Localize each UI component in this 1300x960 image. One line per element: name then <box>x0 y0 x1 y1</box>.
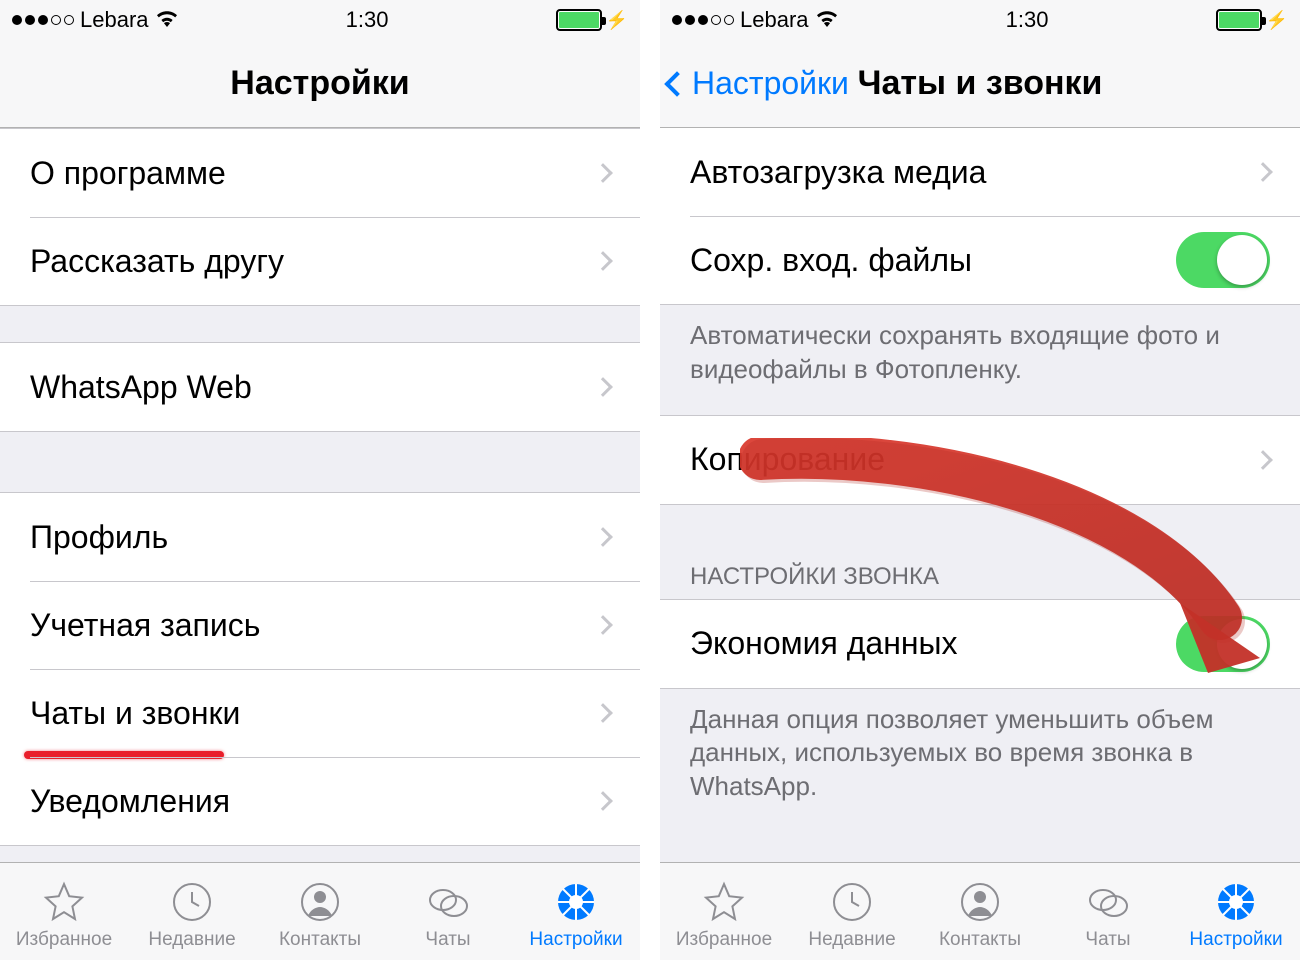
back-label: Настройки <box>692 65 849 102</box>
tab-recent[interactable]: Недавние <box>128 878 256 951</box>
footer-save-incoming: Автоматически сохранять входящие фото и … <box>660 305 1300 397</box>
signal-icon <box>12 15 74 25</box>
wifi-icon <box>815 7 839 33</box>
row-label: WhatsApp Web <box>30 369 252 406</box>
star-icon <box>700 878 748 926</box>
chevron-right-icon <box>593 251 613 271</box>
row-label: Профиль <box>30 519 168 556</box>
tab-label: Недавние <box>148 929 235 951</box>
chat-icon <box>424 878 472 926</box>
tab-label: Чаты <box>425 929 470 951</box>
row-data-saver[interactable]: Экономия данных <box>660 600 1300 688</box>
charging-icon: ⚡ <box>606 10 628 31</box>
tab-label: Контакты <box>939 929 1021 951</box>
status-bar: Lebara 1:30 ⚡ <box>660 0 1300 40</box>
row-profile[interactable]: Профиль <box>0 493 640 581</box>
row-auto-download[interactable]: Автозагрузка медиа <box>660 128 1300 216</box>
status-bar: Lebara 1:30 ⚡ <box>0 0 640 40</box>
battery-icon <box>556 9 602 31</box>
row-account[interactable]: Учетная запись <box>0 581 640 669</box>
tab-label: Избранное <box>676 929 772 951</box>
row-save-incoming[interactable]: Сохр. вход. файлы <box>660 216 1300 304</box>
tab-settings[interactable]: Настройки <box>1172 878 1300 951</box>
chevron-right-icon <box>1253 450 1273 470</box>
chevron-right-icon <box>593 703 613 723</box>
chats-calls-list: Автозагрузка медиа Сохр. вход. файлы Авт… <box>660 128 1300 862</box>
carrier-label: Lebara <box>740 7 809 33</box>
row-notifications[interactable]: Уведомления <box>0 757 640 845</box>
row-backup[interactable]: Копирование <box>660 416 1300 504</box>
back-button[interactable]: Настройки <box>668 65 849 102</box>
toggle-save-incoming[interactable] <box>1176 232 1270 288</box>
status-time: 1:30 <box>1006 7 1049 33</box>
tab-label: Чаты <box>1085 929 1130 951</box>
tab-label: Недавние <box>808 929 895 951</box>
chevron-right-icon <box>593 163 613 183</box>
toggle-data-saver[interactable] <box>1176 616 1270 672</box>
chevron-right-icon <box>593 615 613 635</box>
row-label: Сохр. вход. файлы <box>690 242 972 279</box>
tab-contacts[interactable]: Контакты <box>256 878 384 951</box>
gear-icon <box>1212 878 1260 926</box>
page-title: Чаты и звонки <box>858 64 1103 103</box>
chat-icon <box>1084 878 1132 926</box>
nav-bar: Настройки Чаты и звонки <box>660 40 1300 128</box>
tab-label: Контакты <box>279 929 361 951</box>
row-label: Экономия данных <box>690 625 958 662</box>
row-label: Копирование <box>690 441 885 478</box>
status-left: Lebara <box>672 7 839 33</box>
row-about[interactable]: О программе <box>0 129 640 217</box>
page-title: Настройки <box>230 64 409 103</box>
tab-contacts[interactable]: Контакты <box>916 878 1044 951</box>
section-header-call: НАСТРОЙКИ ЗВОНКА <box>660 555 1300 599</box>
person-icon <box>956 878 1004 926</box>
person-icon <box>296 878 344 926</box>
chevron-right-icon <box>593 791 613 811</box>
row-label: Чаты и звонки <box>30 695 240 732</box>
tab-favorites[interactable]: Избранное <box>0 878 128 951</box>
row-label: Автозагрузка медиа <box>690 154 986 191</box>
row-label: Уведомления <box>30 783 230 820</box>
status-right: ⚡ <box>1216 9 1288 31</box>
gear-icon <box>552 878 600 926</box>
battery-icon <box>1216 9 1262 31</box>
carrier-label: Lebara <box>80 7 149 33</box>
clock-icon <box>168 878 216 926</box>
tab-bar: Избранное Недавние Контакты Чаты Настрой… <box>0 862 640 960</box>
screen-chats-calls: Lebara 1:30 ⚡ Настройки Чаты и звонки Ав… <box>660 0 1300 960</box>
nav-bar: Настройки <box>0 40 640 128</box>
screen-settings: Lebara 1:30 ⚡ Настройки О программе Расс… <box>0 0 640 960</box>
row-whatsapp-web[interactable]: WhatsApp Web <box>0 343 640 431</box>
tab-favorites[interactable]: Избранное <box>660 878 788 951</box>
tab-chats[interactable]: Чаты <box>384 878 512 951</box>
star-icon <box>40 878 88 926</box>
status-time: 1:30 <box>346 7 389 33</box>
chevron-right-icon <box>593 527 613 547</box>
chevron-right-icon <box>593 377 613 397</box>
status-right: ⚡ <box>556 9 628 31</box>
wifi-icon <box>155 7 179 33</box>
row-tell-friend[interactable]: Рассказать другу <box>0 217 640 305</box>
settings-list: О программе Рассказать другу WhatsApp We… <box>0 128 640 862</box>
row-label: Рассказать другу <box>30 243 284 280</box>
charging-icon: ⚡ <box>1266 10 1288 31</box>
tab-label: Настройки <box>1189 929 1282 951</box>
tab-settings[interactable]: Настройки <box>512 878 640 951</box>
footer-data-saver: Данная опция позволяет уменьшить объем д… <box>660 689 1300 814</box>
tab-bar: Избранное Недавние Контакты Чаты Настрой… <box>660 862 1300 960</box>
tab-recent[interactable]: Недавние <box>788 878 916 951</box>
chevron-right-icon <box>1253 162 1273 182</box>
row-label: О программе <box>30 155 226 192</box>
tab-chats[interactable]: Чаты <box>1044 878 1172 951</box>
row-label: Учетная запись <box>30 607 260 644</box>
tab-label: Настройки <box>529 929 622 951</box>
chevron-left-icon <box>664 71 689 96</box>
clock-icon <box>828 878 876 926</box>
tab-label: Избранное <box>16 929 112 951</box>
row-chats-calls[interactable]: Чаты и звонки <box>0 669 640 757</box>
status-left: Lebara <box>12 7 179 33</box>
signal-icon <box>672 15 734 25</box>
